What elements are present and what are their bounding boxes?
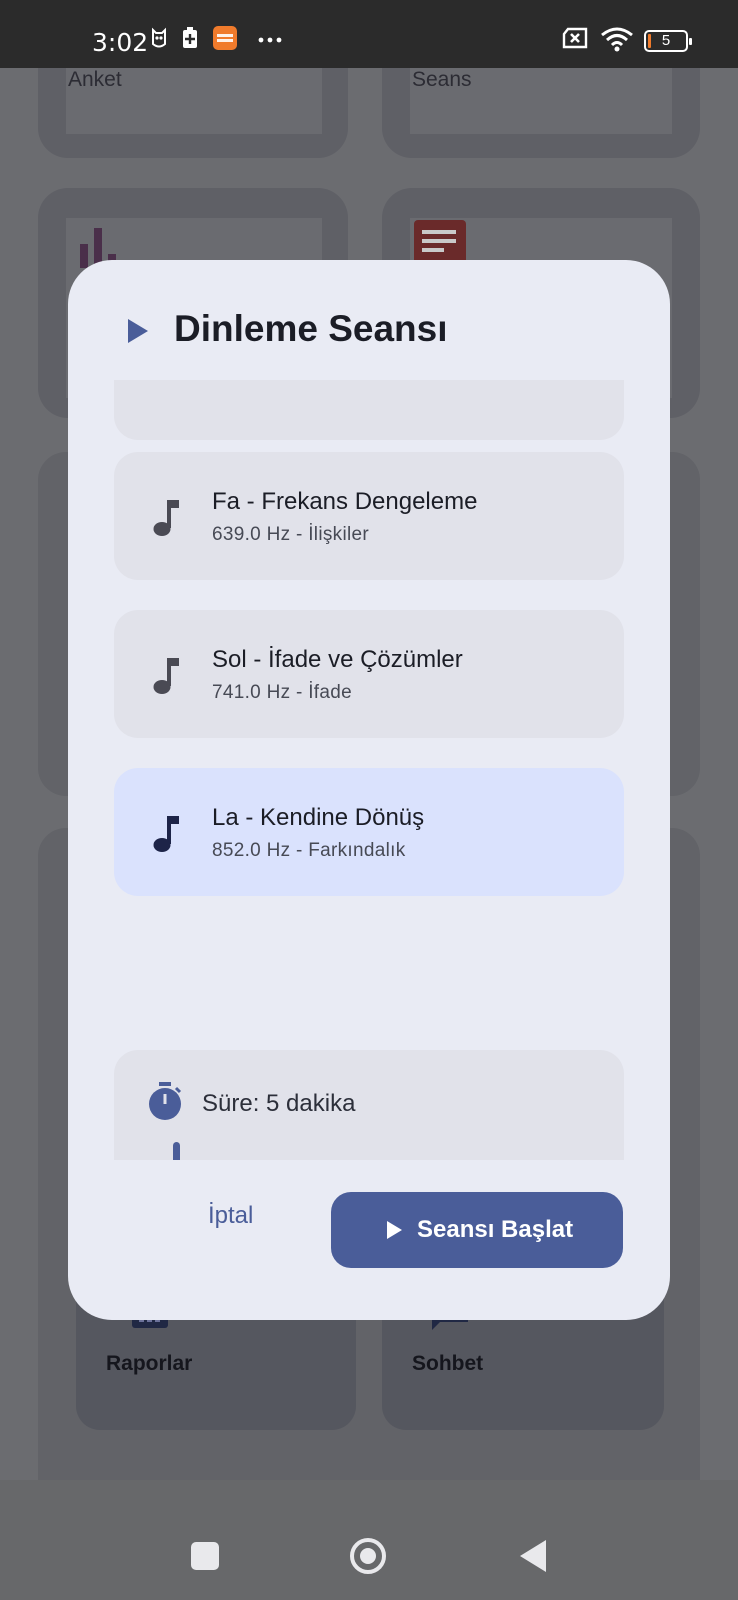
cancel-button[interactable]: İptal bbox=[208, 1202, 253, 1230]
reports-tile-label: Raporlar bbox=[106, 1352, 193, 1375]
music-note-icon bbox=[153, 816, 179, 852]
frequency-item-subtitle: 741.0 Hz - İfade bbox=[212, 682, 352, 703]
battery-saver-icon bbox=[183, 27, 197, 48]
back-button[interactable] bbox=[520, 1540, 546, 1572]
session-card-label: Seans bbox=[412, 68, 472, 91]
frequency-item-la[interactable]: La - Kendine Dönüş 852.0 Hz - Farkındalı… bbox=[114, 768, 624, 896]
duration-label: Süre: 5 dakika bbox=[202, 1090, 356, 1117]
frequency-item-sol[interactable]: Sol - İfade ve Çözümler 741.0 Hz - İfade bbox=[114, 610, 624, 738]
session-card[interactable]: Seans bbox=[382, 68, 700, 158]
more-dots-icon bbox=[258, 37, 282, 43]
duration-slider-handle[interactable] bbox=[173, 1142, 180, 1160]
home-button[interactable] bbox=[350, 1538, 386, 1574]
recent-apps-button[interactable] bbox=[191, 1542, 219, 1570]
frequency-item-title: Sol - İfade ve Çözümler bbox=[212, 646, 463, 673]
survey-card-label: Anket bbox=[68, 68, 122, 91]
start-session-label: Seansı Başlat bbox=[417, 1216, 574, 1243]
chat-tile-label: Sohbet bbox=[412, 1352, 484, 1375]
status-time: 3:02 bbox=[92, 28, 149, 57]
status-bar: 3:02 5 bbox=[0, 0, 738, 68]
play-icon bbox=[128, 319, 148, 343]
battery-icon: 5 bbox=[644, 30, 692, 52]
frequency-item-title: La - Kendine Dönüş bbox=[212, 804, 425, 831]
music-note-icon bbox=[153, 658, 179, 694]
play-icon bbox=[387, 1221, 402, 1239]
dialog-title: Dinleme Seansı bbox=[174, 308, 448, 349]
frequency-list[interactable]: Fa - Frekans Dengeleme 639.0 Hz - İlişki… bbox=[68, 380, 670, 1160]
frequency-item-partial[interactable] bbox=[114, 380, 624, 440]
frequency-item-subtitle: 852.0 Hz - Farkındalık bbox=[212, 840, 406, 861]
battery-level: 5 bbox=[661, 32, 671, 49]
notes-icon bbox=[414, 220, 466, 264]
frequency-item-title: Fa - Frekans Dengeleme bbox=[212, 488, 478, 515]
frequency-item-subtitle: 639.0 Hz - İlişkiler bbox=[212, 524, 369, 545]
duration-card: Süre: 5 dakika bbox=[114, 1050, 624, 1160]
owl-icon bbox=[152, 27, 166, 48]
timer-icon bbox=[149, 1082, 182, 1120]
start-session-button[interactable]: Seansı Başlat bbox=[331, 1192, 623, 1268]
sim-off-icon bbox=[562, 27, 588, 49]
frequency-item-fa[interactable]: Fa - Frekans Dengeleme 639.0 Hz - İlişki… bbox=[114, 452, 624, 580]
listening-session-dialog: Dinleme Seansı Fa - Frekans Dengeleme 63… bbox=[68, 260, 670, 1320]
music-note-icon bbox=[153, 500, 179, 536]
survey-card[interactable]: Anket bbox=[38, 68, 348, 158]
temu-app-icon bbox=[213, 26, 237, 50]
wifi-icon bbox=[601, 27, 633, 52]
